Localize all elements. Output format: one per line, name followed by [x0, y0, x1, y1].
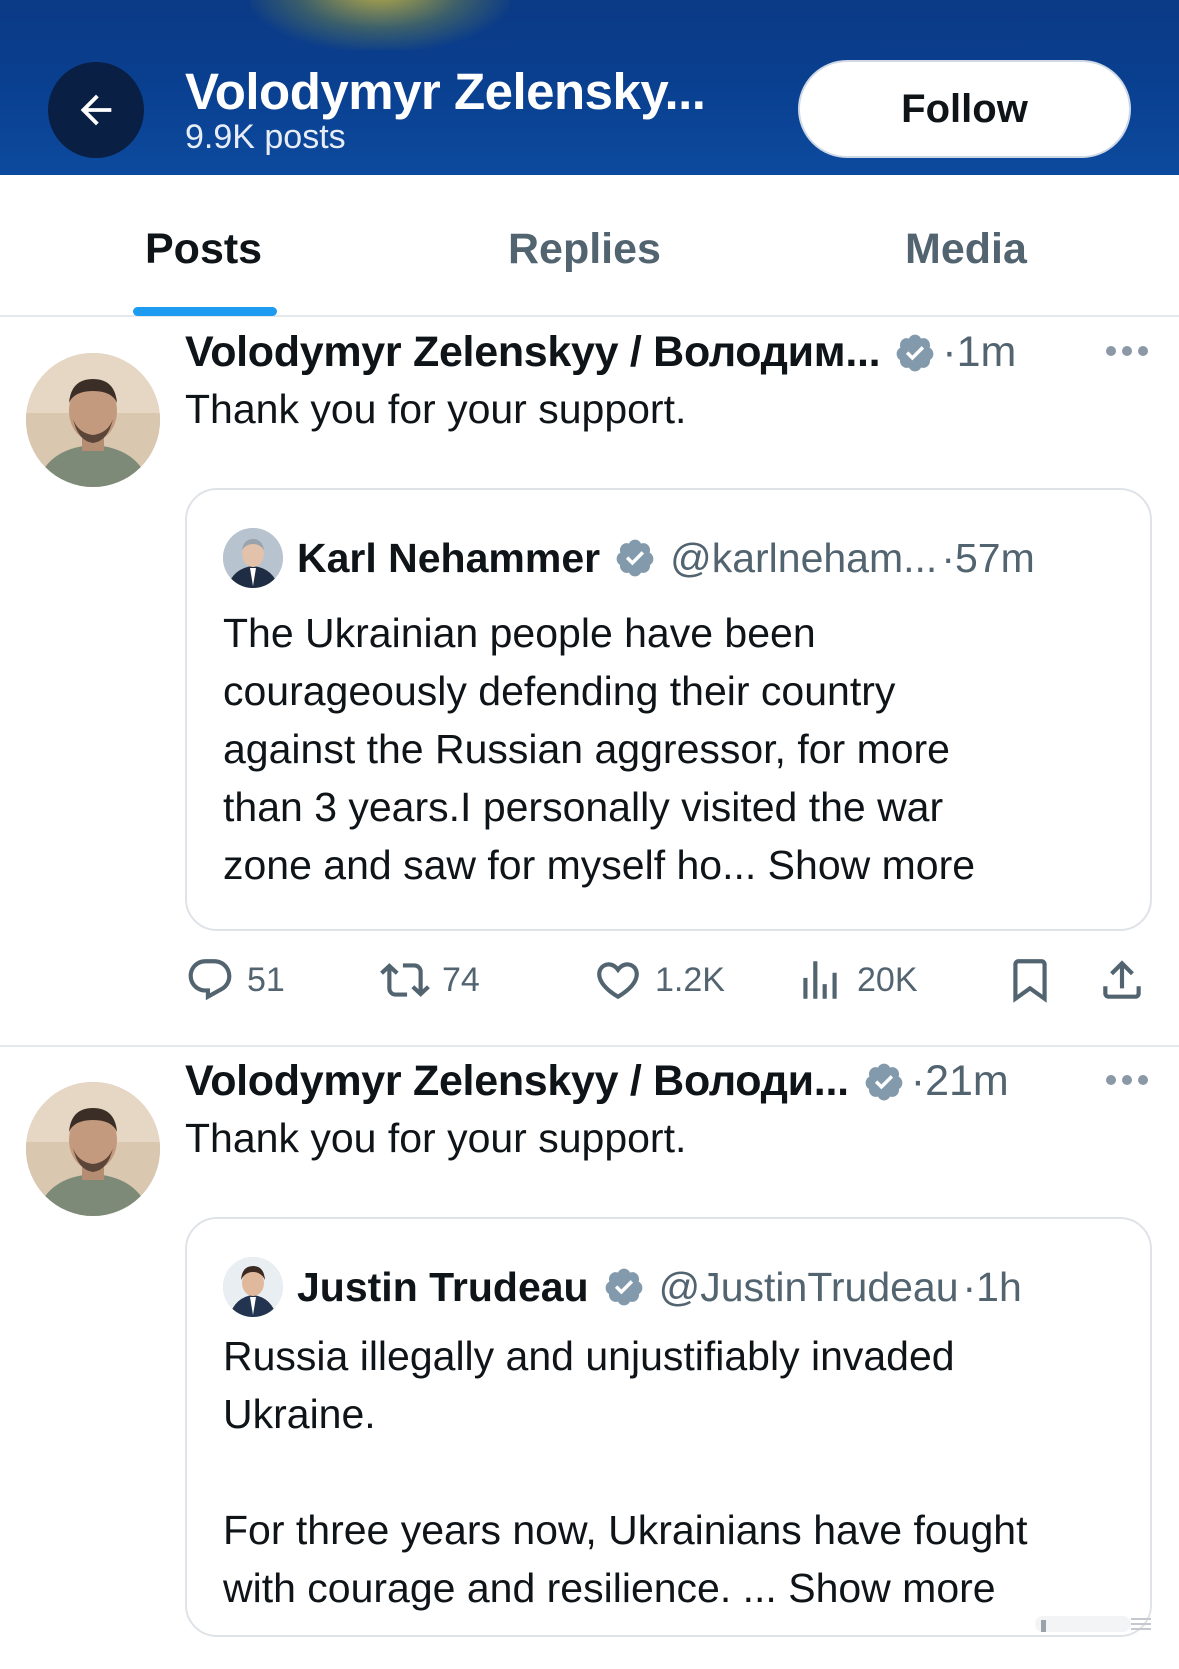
quoted-handle: @JustinTrudeau — [658, 1263, 959, 1310]
reply-icon — [188, 959, 232, 1001]
bookmark-button[interactable] — [1005, 955, 1067, 1005]
post-timestamp[interactable]: ·21m — [911, 1057, 1009, 1106]
post-item[interactable]: Volodymyr Zelenskyy / Володи... ·21m Tha… — [0, 1047, 1179, 1669]
quoted-text-last-line: zone and saw for myself ho... Show more — [223, 836, 975, 894]
more-options-icon[interactable] — [1105, 345, 1149, 357]
share-button[interactable] — [1097, 955, 1159, 1005]
quoted-timestamp: ·57m — [941, 534, 1035, 581]
post-author[interactable]: Volodymyr Zelenskyy / Володим... — [185, 328, 881, 377]
profile-header: Volodymyr Zelensky... 9.9K posts Follow — [0, 0, 1179, 175]
bookmark-icon — [1013, 959, 1047, 1003]
profile-name: Volodymyr Zelensky... — [185, 63, 706, 120]
quoted-text-last-line: with courage and resilience. ... Show mo… — [223, 1559, 996, 1617]
back-button[interactable] — [48, 62, 144, 158]
quoted-text-line: Ukraine. — [223, 1391, 376, 1437]
quoted-text-line: with courage and resilience. ... — [223, 1565, 777, 1611]
quoted-text-line: Russia illegally and unjustifiably invad… — [223, 1333, 955, 1379]
quoted-author: Karl Nehammer — [297, 534, 601, 581]
show-more-link[interactable]: Show more — [768, 842, 975, 888]
views-chart-icon — [803, 961, 837, 999]
quoted-text-line: than 3 years.I personally visited the wa… — [223, 784, 944, 830]
tab-replies[interactable]: Replies — [508, 225, 661, 274]
scroll-indicator-icon[interactable] — [1035, 1612, 1155, 1636]
profile-tabs: Posts Replies Media — [0, 175, 1179, 317]
view-count: 20K — [857, 960, 918, 999]
avatar — [223, 1257, 283, 1317]
reply-count: 51 — [247, 960, 285, 999]
verified-badge-icon — [863, 1061, 905, 1103]
avatar — [223, 528, 283, 588]
views-button[interactable]: 20K — [795, 955, 918, 1005]
quoted-text-line: For three years now, Ukrainians have fou… — [223, 1507, 1028, 1553]
avatar[interactable] — [26, 1082, 160, 1216]
post-header: Volodymyr Zelenskyy / Володи... ·21m — [185, 1057, 1009, 1106]
quoted-timestamp: ·1h — [962, 1263, 1022, 1310]
post-count: 9.9K posts — [185, 118, 346, 156]
quoted-author: Justin Trudeau — [297, 1263, 589, 1310]
quoted-post[interactable]: Justin Trudeau @JustinTrudeau ·1h Russia… — [185, 1217, 1152, 1637]
post-author[interactable]: Volodymyr Zelenskyy / Володи... — [185, 1057, 849, 1106]
quoted-post-header: Justin Trudeau @JustinTrudeau ·1h — [223, 1257, 1022, 1317]
quoted-post[interactable]: Karl Nehammer @karlneham... ·57m The Ukr… — [185, 488, 1152, 931]
reply-button[interactable]: 51 — [185, 955, 285, 1005]
header-banner-glow — [250, 0, 510, 50]
tab-media[interactable]: Media — [905, 225, 1027, 274]
verified-badge-icon — [894, 332, 936, 374]
post-header: Volodymyr Zelenskyy / Володим... ·1m — [185, 328, 1016, 377]
quoted-text-line: against the Russian aggressor, for more — [223, 726, 950, 772]
like-button[interactable]: 1.2K — [593, 955, 725, 1005]
quoted-text-line: courageously defending their country — [223, 668, 896, 714]
post-item[interactable]: Volodymyr Zelenskyy / Володим... ·1m Tha… — [0, 318, 1179, 1046]
post-action-bar: 51 74 1.2K 20K — [185, 955, 1145, 1015]
share-icon — [1103, 960, 1141, 999]
post-text: Thank you for your support. — [185, 1115, 687, 1161]
arrow-left-icon — [80, 94, 112, 126]
follow-button[interactable]: Follow — [798, 60, 1131, 158]
show-more-link[interactable]: Show more — [788, 1565, 995, 1611]
repost-button[interactable]: 74 — [380, 955, 480, 1005]
tab-posts[interactable]: Posts — [145, 225, 262, 274]
quoted-handle: @karlneham... — [670, 534, 938, 581]
quoted-post-header: Karl Nehammer @karlneham... ·57m — [223, 528, 1035, 588]
heart-icon — [597, 962, 639, 1000]
verified-badge-icon — [614, 537, 656, 579]
repost-count: 74 — [442, 960, 480, 999]
quoted-text-line: The Ukrainian people have been — [223, 610, 816, 656]
quoted-text-line: zone and saw for myself ho... — [223, 842, 757, 888]
repost-icon — [380, 963, 430, 997]
more-options-icon[interactable] — [1105, 1074, 1149, 1086]
post-text: Thank you for your support. — [185, 386, 687, 432]
like-count: 1.2K — [655, 960, 725, 999]
avatar[interactable] — [26, 353, 160, 487]
post-timestamp[interactable]: ·1m — [942, 328, 1016, 377]
verified-badge-icon — [603, 1266, 645, 1308]
active-tab-indicator — [133, 307, 277, 316]
